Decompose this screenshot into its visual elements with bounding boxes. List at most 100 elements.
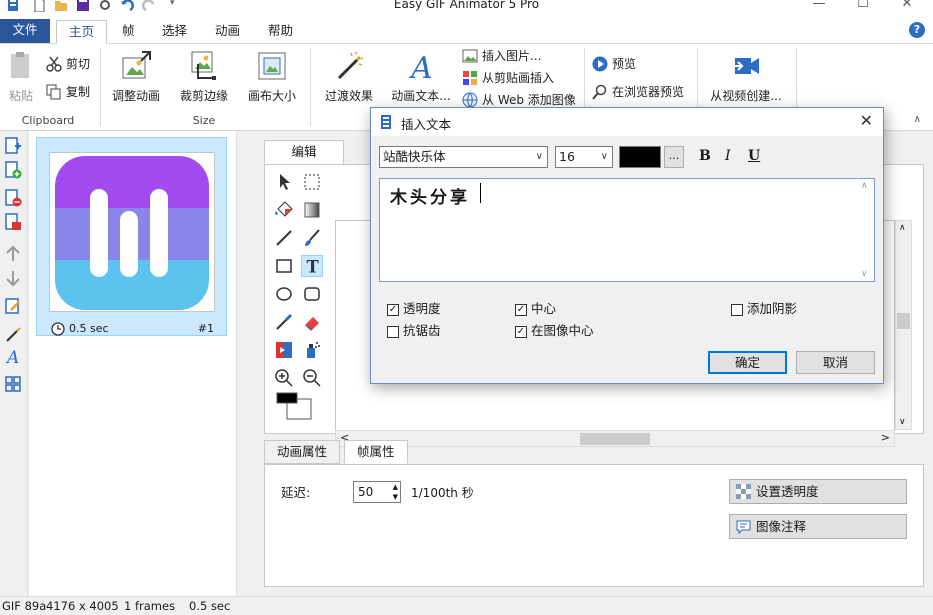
brush-tool-icon[interactable] <box>301 227 323 249</box>
title-bar: ▾ Easy GIF Animator 5 Pro — ☐ ✕ <box>0 0 933 18</box>
ellipse-tool-icon[interactable] <box>273 283 295 305</box>
preview-button[interactable]: 预览 <box>592 54 636 74</box>
transparency-checkbox[interactable]: ✓ 透明度 <box>387 300 441 318</box>
tab-frame[interactable]: 帧 <box>110 20 147 44</box>
svg-text:T: T <box>307 257 319 276</box>
text-input-area[interactable]: 木头分享 ∧ ∨ <box>379 178 875 282</box>
clock-icon <box>51 322 65 336</box>
status-bar: GIF 89a 4176 x 4005 1 frames 0.5 sec <box>0 596 933 615</box>
frame-delay: 0.5 sec <box>69 322 109 335</box>
rect-select-tool-icon[interactable] <box>301 171 323 193</box>
move-up-icon[interactable] <box>4 245 22 263</box>
gradient-tool-icon[interactable] <box>301 199 323 221</box>
fill-bucket-tool-icon[interactable] <box>273 199 295 221</box>
dialog-close-button[interactable]: ✕ <box>860 111 873 130</box>
line-tool-icon[interactable] <box>273 227 295 249</box>
frames-scrollbar[interactable] <box>236 131 252 596</box>
add-shadow-checkbox[interactable]: 添加阴影 <box>731 300 797 318</box>
tab-frame-properties[interactable]: 帧属性 <box>344 440 408 464</box>
scroll-up-arrow[interactable]: ∧ <box>861 181 868 191</box>
horizontal-scroll-thumb[interactable] <box>580 433 650 445</box>
text-icon[interactable]: A <box>4 347 22 365</box>
canvas-vertical-scrollbar[interactable]: ∧ ∨ <box>895 220 912 430</box>
create-from-video-label: 从视频创建... <box>710 89 782 103</box>
tab-file[interactable]: 文件 <box>0 19 50 43</box>
font-size-select[interactable]: 16 ∨ <box>555 146 613 168</box>
tab-animation[interactable]: 动画 <box>203 20 252 44</box>
tab-help[interactable]: 帮助 <box>256 20 305 44</box>
close-button[interactable]: ✕ <box>885 0 929 16</box>
scroll-down-arrow[interactable]: ∨ <box>861 269 868 279</box>
center-in-image-checkbox[interactable]: ✓ 在图像中心 <box>515 322 594 340</box>
text-color-swatch[interactable] <box>619 146 661 168</box>
help-icon[interactable]: ? <box>909 22 925 38</box>
transition-effect-button[interactable]: 过渡效果 <box>318 50 380 104</box>
zoom-out-icon[interactable] <box>301 367 323 389</box>
move-down-icon[interactable] <box>4 269 22 287</box>
edit-frame-icon[interactable] <box>4 297 22 315</box>
spinner-down-icon[interactable]: ▼ <box>393 492 398 502</box>
eraser-tool-icon[interactable] <box>301 311 323 333</box>
insert-clipart-button[interactable]: 从剪贴画插入 <box>462 68 554 88</box>
canvas-size-button[interactable]: 画布大小 <box>244 50 300 104</box>
paste-label: 粘贴 <box>8 89 33 103</box>
tab-select[interactable]: 选择 <box>150 20 199 44</box>
adjust-animation-button[interactable]: 调整动画 <box>108 50 164 104</box>
cut-button[interactable]: 剪切 <box>46 54 90 74</box>
crop-edges-button[interactable]: 裁剪边缘 <box>176 50 232 104</box>
text-tool-icon[interactable]: T <box>301 255 323 277</box>
browser-preview-button[interactable]: 在浏览器预览 <box>592 82 684 102</box>
status-format: GIF 89a <box>2 599 47 613</box>
center-checkbox[interactable]: ✓ 中心 <box>515 300 556 318</box>
vertical-scroll-thumb[interactable] <box>897 313 910 329</box>
status-frames: 1 frames <box>124 599 176 613</box>
canvas-horizontal-scrollbar[interactable]: < > <box>335 430 895 447</box>
antialias-checkbox[interactable]: 抗锯齿 <box>387 322 441 340</box>
create-from-video-button[interactable]: 从视频创建... <box>706 50 786 104</box>
insert-image-button[interactable]: 插入图片... <box>462 46 541 66</box>
image-comment-button[interactable]: 图像注释 <box>729 514 907 539</box>
effects-wand-icon[interactable] <box>4 325 22 343</box>
add-frame-icon[interactable] <box>4 161 22 179</box>
color-picker-button[interactable]: ... <box>664 146 684 168</box>
rounded-rect-tool-icon[interactable] <box>301 283 323 305</box>
video-icon <box>732 58 759 74</box>
underline-button[interactable]: U <box>748 148 760 164</box>
paste-button[interactable]: 粘贴 <box>4 50 38 104</box>
delay-spinner[interactable]: 50 ▲ ▼ <box>353 481 401 503</box>
remove-frame-icon[interactable] <box>4 213 22 231</box>
scroll-right-arrow[interactable]: > <box>881 431 890 444</box>
tab-home[interactable]: 主页 <box>56 20 108 44</box>
cancel-button[interactable]: 取消 <box>796 351 875 374</box>
tab-edit[interactable]: 编辑 <box>264 140 344 164</box>
maximize-button[interactable]: ☐ <box>841 0 885 16</box>
replace-color-tool-icon[interactable] <box>273 339 295 361</box>
delete-frame-icon[interactable] <box>4 189 22 207</box>
rectangle-tool-icon[interactable] <box>273 255 295 277</box>
eyedropper-tool-icon[interactable] <box>273 311 295 333</box>
font-select[interactable]: 站酷快乐体 ∨ <box>379 146 548 168</box>
insert-image-icon <box>462 49 478 63</box>
color-swatches[interactable] <box>275 391 315 421</box>
comment-icon <box>736 520 751 534</box>
grid-icon[interactable] <box>4 375 22 393</box>
collapse-ribbon-icon[interactable]: ∧ <box>914 114 921 125</box>
zoom-in-icon[interactable] <box>273 367 295 389</box>
copy-button[interactable]: 复制 <box>46 82 90 102</box>
frame-item[interactable]: 0.5 sec #1 <box>36 137 227 336</box>
spray-tool-icon[interactable] <box>301 339 323 361</box>
pointer-tool-icon[interactable] <box>273 171 295 193</box>
spinner-up-icon[interactable]: ▲ <box>393 482 398 492</box>
bold-button[interactable]: B <box>699 148 711 164</box>
animated-text-button[interactable]: A 动画文本... <box>386 50 456 104</box>
frame-properties-pane: 延迟: 50 ▲ ▼ 1/100th 秒 设置透明度 图像注释 <box>264 464 924 587</box>
tab-animation-properties[interactable]: 动画属性 <box>264 440 341 464</box>
italic-button[interactable]: I <box>725 148 731 164</box>
scroll-down-arrow[interactable]: ∨ <box>899 417 906 427</box>
ok-button[interactable]: 确定 <box>708 351 787 374</box>
scroll-up-arrow[interactable]: ∧ <box>899 223 906 233</box>
text-area-scrollbar[interactable]: ∧ ∨ <box>858 179 874 281</box>
minimize-button[interactable]: — <box>797 0 841 16</box>
insert-frame-icon[interactable] <box>4 137 22 155</box>
set-transparency-button[interactable]: 设置透明度 <box>729 479 907 504</box>
